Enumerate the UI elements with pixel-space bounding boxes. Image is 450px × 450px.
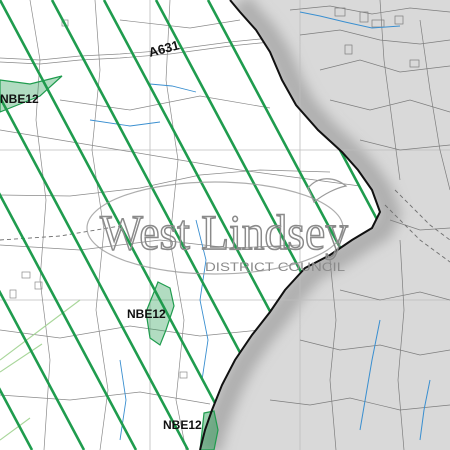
nbe-label-left: NBE12 — [0, 92, 39, 106]
watermark-name: West Lindsey — [100, 204, 348, 260]
watermark-subtitle: DISTRICT COUNCIL — [205, 260, 345, 274]
map-tile[interactable]: West Lindsey DISTRICT COUNCIL A631 NBE12… — [0, 0, 450, 450]
nbe-label-bottom: NBE12 — [163, 418, 202, 432]
map-canvas[interactable]: West Lindsey DISTRICT COUNCIL A631 NBE12… — [0, 0, 450, 450]
nbe-label-center: NBE12 — [127, 307, 166, 321]
